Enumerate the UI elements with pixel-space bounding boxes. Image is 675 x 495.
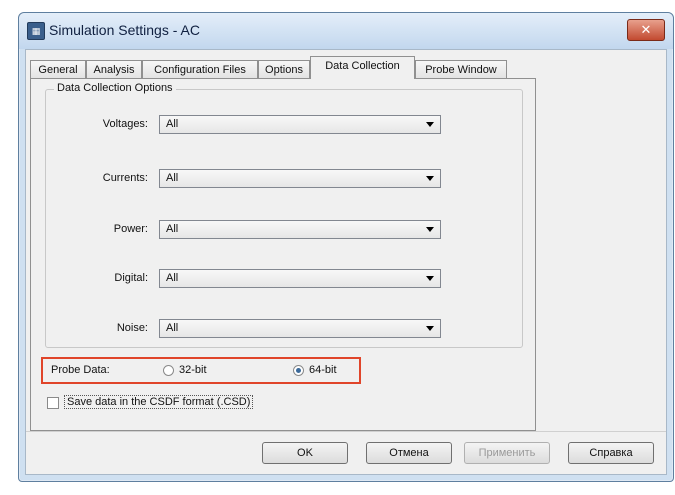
chevron-down-icon: [426, 122, 434, 127]
empty-right-area: [536, 56, 656, 436]
save-csdf-checkbox[interactable]: [47, 397, 59, 409]
digital-select[interactable]: All: [159, 269, 441, 288]
save-csdf-label[interactable]: Save data in the CSDF format (.CSD): [64, 395, 254, 409]
power-value: All: [166, 223, 179, 235]
data-collection-options-group: Data Collection Options Voltages: All Cu…: [45, 82, 523, 348]
button-bar: OK Отмена Применить Справка: [26, 431, 666, 474]
dialog-client-area: General Analysis Configuration Files Opt…: [25, 49, 667, 475]
voltages-select[interactable]: All: [159, 115, 441, 134]
tab-general[interactable]: General: [30, 60, 86, 78]
ok-button[interactable]: OK: [262, 442, 348, 464]
chevron-down-icon: [426, 326, 434, 331]
tab-analysis[interactable]: Analysis: [86, 60, 142, 78]
app-icon: ▦: [27, 22, 45, 40]
window-title: Simulation Settings - AC: [49, 22, 200, 38]
voltages-value: All: [166, 118, 179, 130]
chevron-down-icon: [426, 176, 434, 181]
noise-value: All: [166, 322, 179, 334]
apply-button[interactable]: Применить: [464, 442, 550, 464]
probe-32bit-radio[interactable]: [163, 365, 174, 376]
help-button[interactable]: Справка: [568, 442, 654, 464]
cancel-button[interactable]: Отмена: [366, 442, 452, 464]
noise-label: Noise:: [116, 322, 148, 334]
probe-data-label: Probe Data:: [51, 364, 110, 376]
noise-select[interactable]: All: [159, 319, 441, 338]
tab-data-collection[interactable]: Data Collection: [310, 56, 415, 79]
title-bar[interactable]: ▦ Simulation Settings - AC ✕: [19, 13, 673, 49]
currents-select[interactable]: All: [159, 169, 441, 188]
currents-value: All: [166, 172, 179, 184]
chevron-down-icon: [426, 276, 434, 281]
probe-64bit-radio[interactable]: [293, 365, 304, 376]
simulation-settings-window: ▦ Simulation Settings - AC ✕ General Ana…: [18, 12, 674, 482]
tab-options[interactable]: Options: [258, 60, 310, 78]
close-button[interactable]: ✕: [627, 19, 665, 41]
probe-data-highlight: Probe Data: 32-bit 64-bit: [41, 357, 361, 384]
tab-probe-window[interactable]: Probe Window: [415, 60, 507, 78]
power-select[interactable]: All: [159, 220, 441, 239]
power-label: Power:: [113, 223, 148, 235]
probe-32bit-label[interactable]: 32-bit: [179, 364, 207, 376]
digital-label: Digital:: [114, 272, 148, 284]
currents-label: Currents:: [102, 172, 148, 184]
group-title: Data Collection Options: [54, 82, 176, 94]
tab-configuration-files[interactable]: Configuration Files: [142, 60, 258, 78]
chevron-down-icon: [426, 227, 434, 232]
data-collection-panel: Data Collection Options Voltages: All Cu…: [30, 78, 536, 431]
digital-value: All: [166, 272, 179, 284]
probe-64bit-label[interactable]: 64-bit: [309, 364, 337, 376]
voltages-label: Voltages:: [102, 118, 148, 130]
